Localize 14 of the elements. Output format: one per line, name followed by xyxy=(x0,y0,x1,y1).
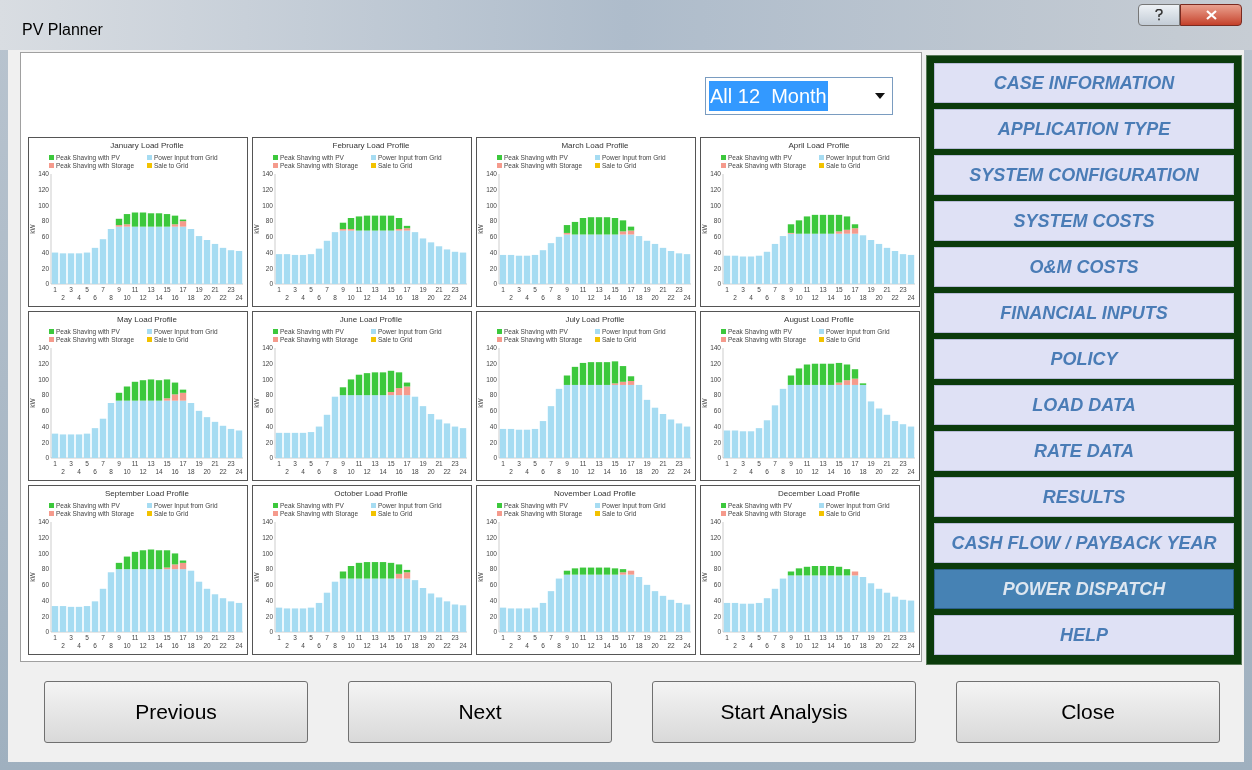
chart-title: December Load Profile xyxy=(778,489,860,498)
dropdown-value: All 12 Month xyxy=(709,81,828,111)
chart-title: March Load Profile xyxy=(561,141,629,150)
chart-title: October Load Profile xyxy=(334,489,408,498)
chart-title: February Load Profile xyxy=(332,141,410,150)
chart-title: June Load Profile xyxy=(339,315,403,324)
chart-title: May Load Profile xyxy=(117,315,177,324)
window-title: PV Planner xyxy=(22,20,103,40)
chart-title: January Load Profile xyxy=(110,141,184,150)
chart-title: November Load Profile xyxy=(554,489,636,498)
chart-title: August Load Profile xyxy=(784,315,854,324)
chart-title: September Load Profile xyxy=(104,489,190,498)
chart-title: April Load Profile xyxy=(788,141,850,150)
chart-title: July Load Profile xyxy=(565,315,625,324)
